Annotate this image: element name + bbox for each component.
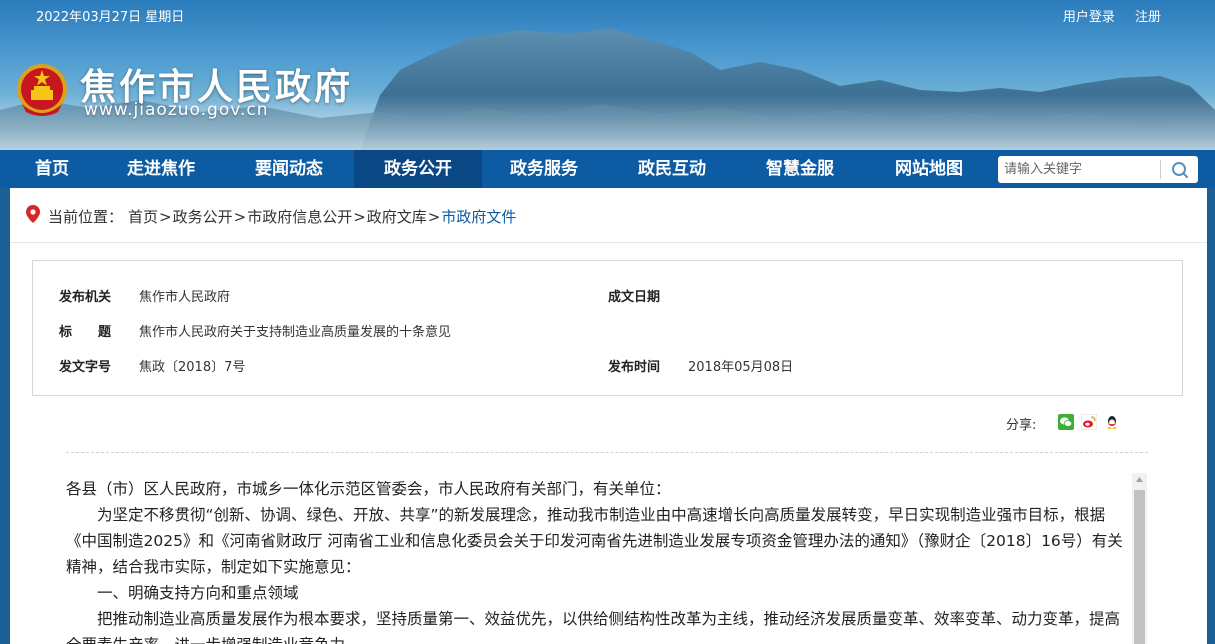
register-link[interactable]: 注册 <box>1135 10 1161 25</box>
nav-gov-disclosure[interactable]: 政务公开 <box>354 150 482 188</box>
publish-time-value: 2018年05月08日 <box>688 360 794 375</box>
publish-time-label: 发布时间 <box>608 360 661 375</box>
doc-number-label: 发文字号 <box>59 360 112 375</box>
nav-site-map[interactable]: 网站地图 <box>866 150 992 188</box>
header-banner: 2022年03月27日 星期日 用户登录 注册 焦作市人民政府 www.jiao… <box>0 0 1215 150</box>
nav-home[interactable]: 首页 <box>0 150 104 188</box>
title-label: 标 题 <box>59 325 112 340</box>
weibo-icon[interactable] <box>1081 414 1097 430</box>
search-icon[interactable] <box>1170 160 1190 180</box>
nav-interaction[interactable]: 政民互动 <box>610 150 734 188</box>
breadcrumb-home[interactable]: 首页 <box>128 208 158 226</box>
search-input[interactable] <box>1004 159 1154 180</box>
date-created-label: 成文日期 <box>608 290 661 305</box>
current-date: 2022年03月27日 星期日 <box>36 10 185 25</box>
breadcrumb-gov-disclosure[interactable]: 政务公开 <box>173 208 233 226</box>
breadcrumb-separator: > <box>159 208 172 226</box>
share-label: 分享: <box>1006 418 1037 433</box>
article-heading: 一、明确支持方向和重点领域 <box>97 584 299 602</box>
login-link[interactable]: 用户登录 <box>1063 10 1115 25</box>
breadcrumb: 当前位置： 首页>政务公开>市政府信息公开>政府文库>市政府文件 <box>10 188 1207 243</box>
breadcrumb-path: 首页>政务公开>市政府信息公开>政府文库>市政府文件 <box>128 206 516 227</box>
issuer-value: 焦作市人民政府 <box>139 290 231 305</box>
issuer-label: 发布机关 <box>59 290 112 305</box>
site-url: www.jiaozuo.gov.cn <box>84 100 269 120</box>
breadcrumb-separator: > <box>427 208 441 226</box>
national-emblem-icon <box>17 64 67 116</box>
scrollbar-thumb[interactable] <box>1134 490 1145 644</box>
nav-about-jiaozuo[interactable]: 走进焦作 <box>104 150 218 188</box>
breadcrumb-separator: > <box>353 208 366 226</box>
article-paragraph: 各县（市）区人民政府，市城乡一体化示范区管委会，市人民政府有关部门，有关单位： <box>66 480 671 498</box>
breadcrumb-info-disclosure[interactable]: 市政府信息公开 <box>247 208 352 226</box>
divider <box>66 452 1148 453</box>
search-divider <box>1160 160 1161 179</box>
scroll-up-arrow-icon[interactable] <box>1132 473 1147 487</box>
nav-gov-services[interactable]: 政务服务 <box>482 150 606 188</box>
doc-number-value: 焦政〔2018〕7号 <box>139 360 246 375</box>
qq-icon[interactable] <box>1104 414 1120 430</box>
article-paragraph: 把推动制造业高质量发展作为根本要求，坚持质量第一、效益优先，以供给侧结构性改革为… <box>66 610 1121 644</box>
content-panel: 当前位置： 首页>政务公开>市政府信息公开>政府文库>市政府文件 发布机关 焦作… <box>10 188 1207 644</box>
breadcrumb-gov-library[interactable]: 政府文库 <box>367 208 427 226</box>
nav-news[interactable]: 要闻动态 <box>225 150 353 188</box>
wechat-icon[interactable] <box>1058 414 1074 430</box>
breadcrumb-label: 当前位置： <box>48 208 124 226</box>
location-pin-icon <box>26 205 40 223</box>
document-metadata: 发布机关 焦作市人民政府 成文日期 标 题 焦作市人民政府关于支持制造业高质量发… <box>32 260 1183 396</box>
breadcrumb-separator: > <box>233 208 247 226</box>
main-nav: 首页 走进焦作 要闻动态 政务公开 政务服务 政民互动 智慧金服 网站地图 <box>0 150 1215 188</box>
breadcrumb-current[interactable]: 市政府文件 <box>441 208 516 226</box>
article-body: 各县（市）区人民政府，市城乡一体化示范区管委会，市人民政府有关部门，有关单位： … <box>66 476 1130 644</box>
article-paragraph: 为坚定不移贯彻“创新、协调、绿色、开放、共享”的新发展理念，推动我市制造业由中高… <box>66 506 1123 576</box>
user-links: 用户登录 注册 <box>1047 6 1161 25</box>
nav-smart-finance[interactable]: 智慧金服 <box>738 150 862 188</box>
search-box <box>998 156 1198 183</box>
title-value: 焦作市人民政府关于支持制造业高质量发展的十条意见 <box>139 325 452 340</box>
